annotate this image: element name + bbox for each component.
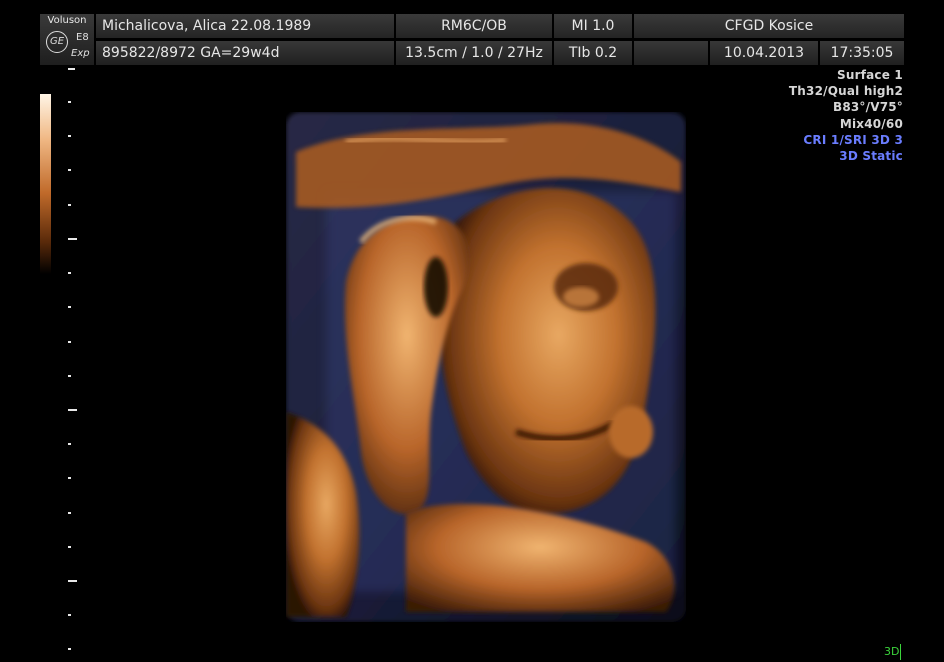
depth-tick xyxy=(68,238,77,240)
exam-time: 17:35:05 xyxy=(820,41,904,65)
header-bar: Voluson GE E8 Exp Michalicova, Alica 22.… xyxy=(40,14,904,66)
rendered-3d-image xyxy=(286,112,686,622)
depth-tick xyxy=(68,375,71,377)
model-label: E8 xyxy=(76,32,89,43)
fetal-ear xyxy=(609,406,653,458)
render-settings: Surface 1 Th32/Qual high2 B83°/V75° Mix4… xyxy=(789,67,903,164)
mi-value: MI 1.0 xyxy=(554,14,632,38)
hand-gap-shadow xyxy=(424,257,448,317)
setting-threshold-quality: Th32/Qual high2 xyxy=(788,84,903,99)
depth-tick xyxy=(68,580,77,582)
mode-indicator: 3D xyxy=(884,644,902,660)
tib-value: TIb 0.2 xyxy=(554,41,632,65)
patient-name: Michalicova, Alica 22.08.1989 xyxy=(96,14,394,38)
depth-tick xyxy=(68,512,71,514)
depth-freq: 13.5cm / 1.0 / 27Hz xyxy=(396,41,552,65)
institution-label: CFGD Kosice xyxy=(634,14,904,38)
probe-label: RM6C/OB xyxy=(396,14,552,38)
depth-tick xyxy=(68,272,71,274)
patient-id-ga: 895822/8972 GA=29w4d xyxy=(96,41,394,65)
depth-tick xyxy=(68,341,71,343)
depth-tick xyxy=(68,614,71,616)
depth-tick xyxy=(68,306,71,308)
setting-angles: B83°/V75° xyxy=(832,100,903,115)
setting-cri-sri: CRI 1/SRI 3D 3 xyxy=(803,132,903,147)
depth-tick xyxy=(68,169,71,171)
upper-tissue-highlight xyxy=(345,135,507,145)
depth-tick xyxy=(68,68,75,70)
model-suffix-label: Exp xyxy=(71,48,90,59)
depth-tick xyxy=(68,135,71,137)
voluson-logo: Voluson GE E8 Exp xyxy=(40,14,94,65)
depth-tick xyxy=(68,101,71,103)
depth-tick xyxy=(68,204,71,206)
tint-scale-bar xyxy=(40,94,51,274)
brand-label: Voluson xyxy=(47,15,87,26)
setting-surface: Surface 1 xyxy=(836,68,903,82)
depth-tick xyxy=(68,546,71,548)
fetal-cheek xyxy=(563,287,599,307)
header-blank-cell xyxy=(634,41,708,65)
setting-mix: Mix40/60 xyxy=(839,116,903,131)
depth-tick xyxy=(68,477,71,479)
depth-tick xyxy=(68,648,71,650)
exam-date: 10.04.2013 xyxy=(710,41,818,65)
depth-tick xyxy=(68,443,71,445)
setting-mode: 3D Static xyxy=(839,149,903,164)
depth-tick xyxy=(68,409,77,411)
ge-logo-icon: GE xyxy=(46,31,68,53)
